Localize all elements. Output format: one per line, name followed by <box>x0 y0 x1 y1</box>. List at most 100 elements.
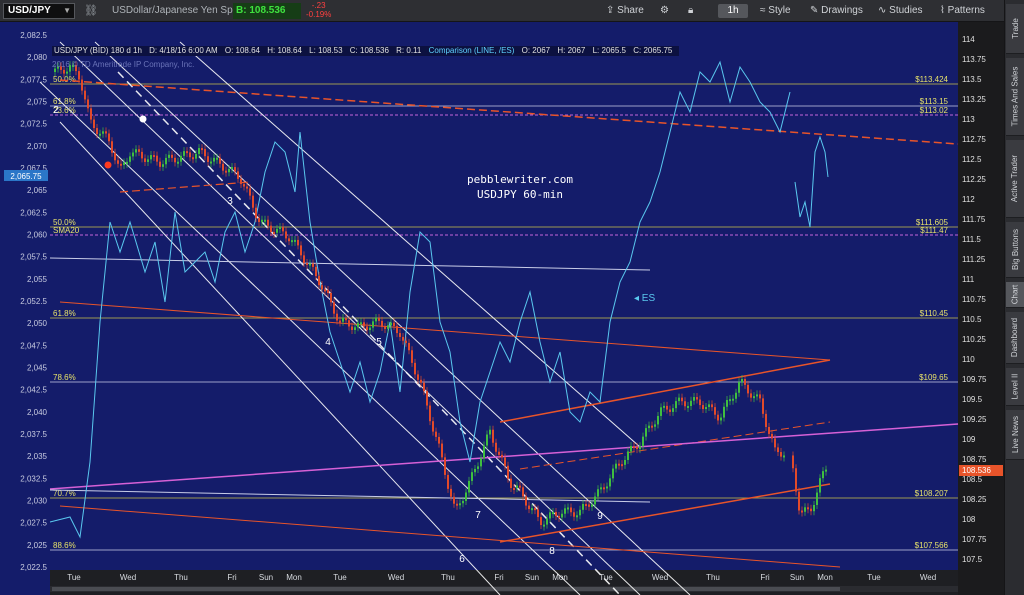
candle-body <box>756 394 758 397</box>
x-axis-label: Tue <box>867 573 881 582</box>
candle-body <box>573 512 575 517</box>
right-axis-tick: 112.5 <box>962 155 982 164</box>
candle-body <box>366 326 368 331</box>
bar-date: D: 4/18/16 6:00 AM <box>149 46 218 55</box>
sidebar-tab-big-buttons[interactable]: Big Buttons <box>1006 222 1024 278</box>
sidebar-tab-times-and-sales[interactable]: Times And Sales <box>1006 58 1024 136</box>
right-axis-tick: 108 <box>962 515 976 524</box>
candle-body <box>726 399 728 407</box>
candle-body <box>735 392 737 399</box>
candle-body <box>213 157 215 162</box>
candle-body <box>300 245 302 256</box>
candle-body <box>141 151 143 159</box>
candle-body <box>210 161 212 164</box>
link-icon[interactable]: ⛓ <box>84 4 98 17</box>
bar-close: C: 108.536 <box>349 46 389 55</box>
x-axis-label: Sun <box>259 573 273 582</box>
candle-body <box>78 71 80 80</box>
candle-body <box>729 399 731 402</box>
sidebar-tab-dashboard[interactable]: Dashboard <box>1006 312 1024 364</box>
candle-body <box>240 178 242 185</box>
price-chart[interactable]: 2,082.5 2,080 2,077.5 2,075 2,072.5 2,070 2,06… <box>0 22 1004 595</box>
candle-body <box>750 393 752 398</box>
left-axis-tick: 2,045 <box>27 364 48 373</box>
candle-body <box>621 464 623 467</box>
right-axis-tick: 111.75 <box>962 215 986 224</box>
candle-body <box>471 472 473 481</box>
candle-body <box>168 154 170 158</box>
sidebar-tab-chart[interactable]: Chart <box>1006 282 1024 308</box>
candle-body <box>297 239 299 246</box>
candle-body <box>348 320 350 327</box>
fib-level-price: $109.65 <box>919 373 948 382</box>
sidebar-tab-live-news[interactable]: Live News <box>1006 410 1024 460</box>
candle-body <box>816 492 818 505</box>
candle-body <box>105 131 107 134</box>
candle-body <box>225 170 227 173</box>
candle-body <box>414 362 416 375</box>
candle-body <box>474 468 476 473</box>
fib-level-price: $113.02 <box>920 106 949 115</box>
wave-label: 7 <box>475 510 481 521</box>
candle-body <box>660 407 662 416</box>
sidebar-tab-active-trader[interactable]: Active Trader <box>1006 140 1024 218</box>
style-icon: ≈ <box>760 5 766 16</box>
right-axis-tick: 110.75 <box>962 295 986 304</box>
candle-body <box>549 512 551 519</box>
wave-label: 6 <box>459 554 465 565</box>
fib-level-price: $113.424 <box>915 75 948 84</box>
candle-body <box>615 463 617 469</box>
left-axis-tick: 2,055 <box>27 275 48 284</box>
x-axis-label: Wed <box>388 573 404 582</box>
x-axis-label: Thu <box>706 573 720 582</box>
left-axis-tick: 2,042.5 <box>20 386 47 395</box>
candle-body <box>768 426 770 434</box>
candle-body <box>468 480 470 493</box>
candle-body <box>480 458 482 467</box>
sidebar-tab-level-ii[interactable]: Level II <box>1006 368 1024 406</box>
candle-body <box>189 152 191 158</box>
symbol-selector[interactable]: USD/JPY ▼ <box>3 3 75 19</box>
candle-body <box>606 486 608 489</box>
candle-body <box>525 496 527 506</box>
plot-area <box>50 32 958 570</box>
studies-button[interactable]: ∿ Studies <box>878 3 923 19</box>
candle-body <box>501 454 503 458</box>
candle-body <box>453 496 455 504</box>
candle-body <box>702 405 704 410</box>
candle-body <box>645 428 647 437</box>
right-axis-tick: 113.5 <box>962 75 982 84</box>
candle-body <box>432 421 434 432</box>
wave-label: 3 <box>227 196 233 207</box>
style-button[interactable]: ≈ Style <box>760 3 791 19</box>
right-axis-tick: 110 <box>962 355 975 364</box>
candle-body <box>732 398 734 401</box>
candle-body <box>603 487 605 490</box>
candle-body <box>87 99 89 109</box>
chart-canvas[interactable]: 2,082.5 2,080 2,077.5 2,075 2,072.5 2,070 2,06… <box>0 22 1004 595</box>
candle-body <box>561 513 563 518</box>
settings-button[interactable]: ⚙ <box>660 3 669 19</box>
candle-body <box>405 340 407 343</box>
lock-button[interactable]: 🔒︎ <box>688 3 693 19</box>
chart-title: USD/JPY (BID) 180 d 1h <box>54 46 142 55</box>
sidebar-tab-trade[interactable]: Trade <box>1006 4 1024 54</box>
candle-body <box>99 133 101 136</box>
candle-body <box>552 512 554 515</box>
candle-body <box>117 160 119 164</box>
fib-level-price: $113.15 <box>920 97 949 106</box>
candle-body <box>555 512 557 517</box>
candle-body <box>381 320 383 327</box>
candle-body <box>600 487 602 490</box>
fib-level-price: $110.45 <box>920 309 949 318</box>
fib-level-price: $111.47 <box>920 226 948 235</box>
drawings-button[interactable]: ✎ Drawings <box>810 3 863 19</box>
right-axis-tick: 111.5 <box>962 235 981 244</box>
patterns-button[interactable]: ⌇ Patterns <box>940 3 985 19</box>
patterns-label: Patterns <box>947 5 985 16</box>
candle-body <box>363 322 365 327</box>
period-selector[interactable]: 1h <box>718 4 748 18</box>
candle-body <box>651 425 653 428</box>
share-icon: ⇪ <box>606 5 615 16</box>
share-button[interactable]: ⇪ Share <box>606 3 644 19</box>
